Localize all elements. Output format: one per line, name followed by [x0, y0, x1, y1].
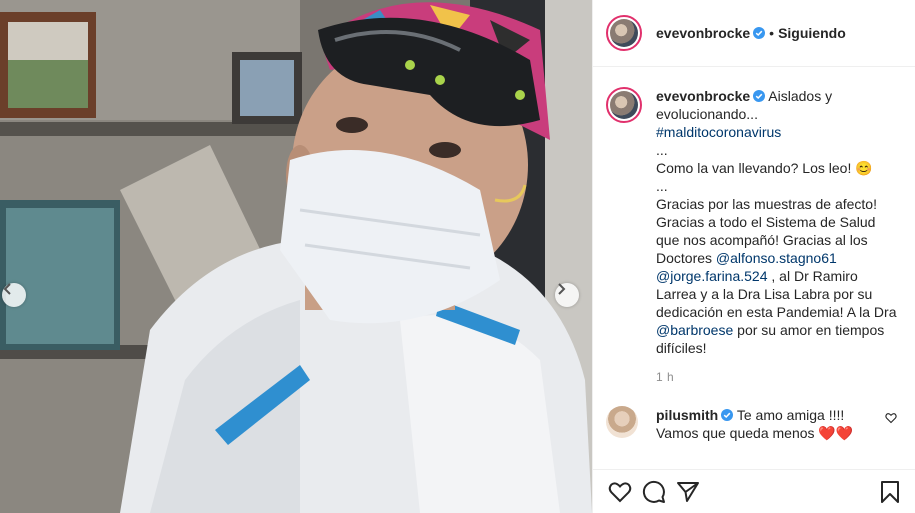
comment-username[interactable]: pilusmith [656, 407, 718, 423]
header-username[interactable]: evevonbrocke [656, 25, 750, 41]
mention-link-3[interactable]: @barbroese [656, 322, 733, 338]
comment-like-heart-icon[interactable] [885, 412, 897, 424]
verified-badge-icon [753, 27, 766, 39]
caption-username[interactable]: evevonbrocke [656, 88, 750, 104]
commenter-avatar[interactable] [606, 406, 638, 438]
caption-line-2: Como la van llevando? Los leo! 😊 [656, 160, 873, 176]
bookmark-icon[interactable] [878, 480, 902, 504]
carousel-prev-button[interactable] [2, 283, 26, 307]
mention-link-2[interactable]: @jorge.farina.524 [656, 268, 768, 284]
following-button[interactable]: Siguiendo [778, 25, 846, 41]
caption-text: evevonbrocke Aislados y evolucionando...… [656, 87, 899, 386]
comment-item: pilusmith Te amo amiga !!!! Vamos que qu… [606, 406, 899, 442]
post-caption: evevonbrocke Aislados y evolucionando...… [606, 87, 899, 386]
header-separator: • [769, 25, 775, 41]
author-avatar[interactable] [606, 15, 642, 51]
post-header: evevonbrocke • Siguiendo [593, 0, 915, 67]
verified-badge-icon [721, 409, 734, 421]
comments-area[interactable]: evevonbrocke Aislados y evolucionando...… [593, 67, 915, 469]
comment-text: pilusmith Te amo amiga !!!! Vamos que qu… [656, 406, 866, 442]
action-bar [593, 469, 915, 513]
hashtag-link[interactable]: #malditocoronavirus [656, 124, 781, 140]
heart-icon[interactable] [608, 480, 632, 504]
paper-plane-icon[interactable] [676, 480, 700, 504]
caption-separator-2: ... [656, 178, 668, 194]
chevron-right-icon [558, 283, 566, 295]
post-photo[interactable] [0, 0, 592, 513]
caption-separator-1: ... [656, 142, 668, 158]
chevron-left-icon [3, 283, 11, 295]
mention-link-1[interactable]: @alfonso.stagno61 [716, 250, 837, 266]
caption-avatar[interactable] [606, 87, 642, 123]
photo-illustration [0, 0, 592, 513]
comment-bubble-icon[interactable] [642, 480, 666, 504]
verified-badge-icon [753, 90, 766, 102]
carousel-next-button[interactable] [555, 283, 579, 307]
instagram-post: evevonbrocke • Siguiendo evevonbrocke Ai… [0, 0, 915, 513]
post-side-panel: evevonbrocke • Siguiendo evevonbrocke Ai… [592, 0, 915, 513]
post-timestamp[interactable]: 1 h [656, 368, 899, 386]
